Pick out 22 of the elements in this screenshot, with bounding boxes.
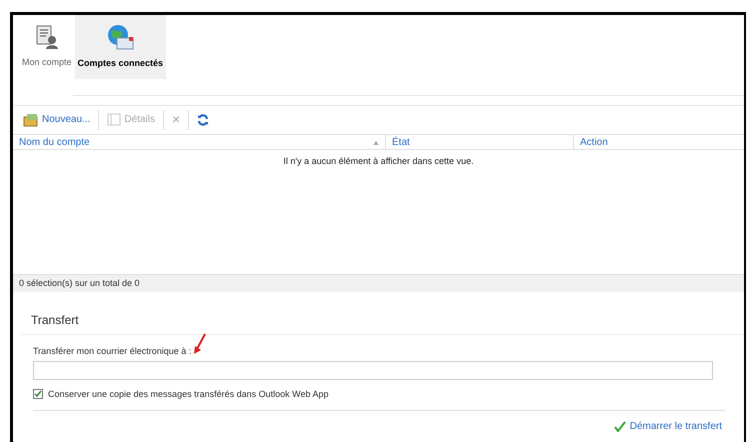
checkbox-label: Conserver une copie des messages transférés dans Outlook Web App (48, 388, 328, 401)
status-bar: 0 sélection(s) sur un total de 0 (13, 274, 744, 292)
column-header[interactable]: État (385, 135, 573, 150)
annotation-arrow (193, 332, 208, 355)
new-button[interactable]: Nouveau... (21, 112, 92, 127)
globe-mail-icon (105, 23, 136, 52)
check-icon (614, 421, 626, 432)
document-person-icon (34, 24, 60, 50)
check-icon (34, 390, 42, 398)
email-field[interactable] (33, 360, 713, 380)
start-transfer-button[interactable]: Démarrer le transfert (614, 419, 722, 434)
column-header[interactable]: Nom du compte (13, 135, 385, 150)
empty-message: Il n'y a aucun élément à afficher dans cette vue. (283, 155, 474, 168)
checkbox[interactable] (33, 389, 43, 400)
mailbox-icon (23, 112, 39, 126)
section-title: Transfert (31, 313, 79, 327)
details-icon (107, 113, 122, 126)
column-header[interactable]: Action (573, 135, 744, 150)
field-label: Transférer mon courrier électronique à : (33, 345, 192, 358)
tab[interactable]: Comptes connectés (74, 15, 166, 79)
refresh-icon (197, 114, 210, 126)
tab[interactable]: Mon compte (19, 15, 75, 79)
